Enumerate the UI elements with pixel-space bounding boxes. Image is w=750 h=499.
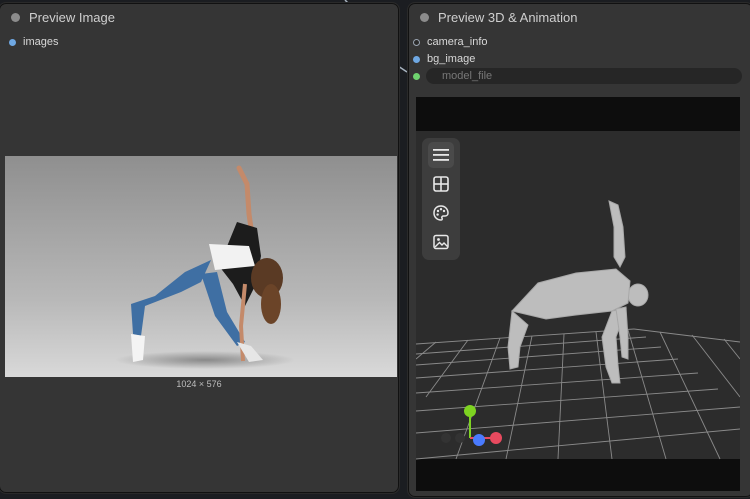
3d-viewport[interactable]	[416, 97, 740, 491]
slot-connector-icon[interactable]	[413, 38, 420, 46]
input-slot-bg-image[interactable]: bg_image	[413, 53, 475, 65]
slot-label: images	[23, 36, 59, 48]
preview-image-node[interactable]: Preview Image images 1024 × 576	[0, 2, 400, 494]
node-header[interactable]: Preview 3D & Animation	[408, 3, 750, 31]
model-file-placeholder: model_file	[442, 70, 493, 82]
3d-scene[interactable]	[416, 97, 740, 491]
input-slot-images[interactable]: images	[9, 36, 58, 48]
slot-label: camera_info	[427, 36, 488, 48]
input-slot-camera-info[interactable]: camera_info	[413, 36, 488, 48]
menu-icon	[433, 149, 449, 161]
slot-connector-icon[interactable]	[413, 55, 420, 63]
collapse-dot[interactable]	[420, 12, 429, 22]
grid-view-icon	[433, 176, 449, 192]
slot-label: bg_image	[427, 53, 476, 65]
background-image-button[interactable]	[428, 229, 454, 255]
palette-button[interactable]	[428, 200, 454, 226]
slot-connector-icon[interactable]	[9, 38, 16, 46]
viewport-toolbar	[422, 138, 460, 260]
grid-view-button[interactable]	[428, 171, 454, 197]
slot-connector-icon[interactable]	[413, 73, 420, 80]
preview-image	[5, 156, 397, 377]
node-title: Preview Image	[29, 9, 115, 25]
image-size-label: 1024 × 576	[176, 379, 222, 389]
node-header[interactable]: Preview Image	[0, 3, 399, 31]
mannequin-model	[507, 200, 649, 384]
menu-button[interactable]	[428, 142, 454, 168]
model-file-field[interactable]: model_file	[426, 68, 742, 84]
image-icon	[433, 234, 449, 250]
palette-icon	[433, 205, 449, 221]
preview-3d-node[interactable]: Preview 3D & Animation camera_info bg_im…	[407, 2, 750, 498]
collapse-dot[interactable]	[11, 12, 20, 22]
axis-gizmo	[441, 405, 502, 446]
node-title: Preview 3D & Animation	[438, 9, 578, 25]
